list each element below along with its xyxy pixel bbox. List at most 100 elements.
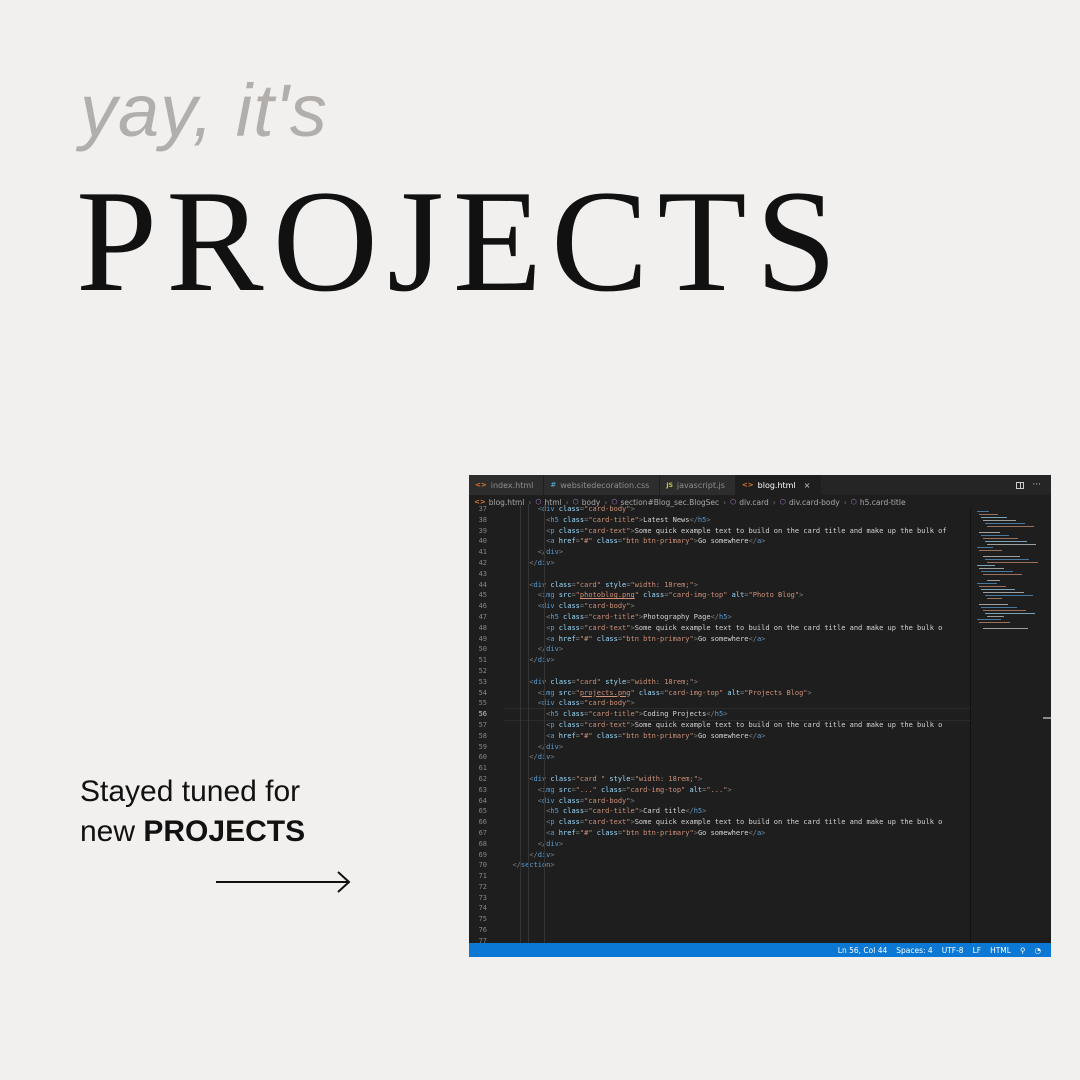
code-line[interactable]: </div> <box>504 742 971 753</box>
code-line[interactable]: <div class="card " style="width: 18rem;"… <box>504 774 971 785</box>
code-line[interactable]: </section> <box>504 860 971 871</box>
code-line[interactable]: </div> <box>504 558 971 569</box>
code-line[interactable]: <div class="card-body"> <box>504 796 971 807</box>
line-number: 53 <box>478 677 487 686</box>
tagline-bold: PROJECTS <box>143 815 306 848</box>
minimap-line <box>983 628 1028 629</box>
minimap-line <box>979 568 1004 569</box>
line-number: 76 <box>478 926 487 935</box>
code-line[interactable]: <p class="card-text">Some quick example … <box>504 623 971 634</box>
minimap-line <box>987 616 1004 617</box>
code-line[interactable] <box>504 871 971 882</box>
line-number: 73 <box>478 893 487 902</box>
tab-label: websitedecoration.css <box>560 480 650 490</box>
code-line[interactable]: <div class="card-body"> <box>504 504 971 515</box>
minimap-line <box>979 550 1002 551</box>
code-line[interactable] <box>504 903 971 914</box>
code-line[interactable]: <div class="card-body"> <box>504 601 971 612</box>
tab-javascript-js[interactable]: JS javascript.js <box>660 475 736 495</box>
close-icon[interactable]: × <box>804 481 811 490</box>
headline: PROJECTS <box>76 160 846 322</box>
line-number: 49 <box>478 634 487 643</box>
tagline-line-1: Stayed tuned for <box>80 775 301 808</box>
arrow-right-icon <box>216 871 351 893</box>
tab-label: blog.html <box>757 480 796 490</box>
minimap-line <box>983 520 1016 521</box>
line-number: 46 <box>478 602 487 611</box>
minimap-line <box>985 613 1035 614</box>
tagline: Stayed tuned for new PROJECTS <box>80 772 305 852</box>
code-line[interactable]: <h5 class="card-title">Latest News</h5> <box>504 515 971 526</box>
line-number: 69 <box>478 850 487 859</box>
status-eol[interactable]: LF <box>973 946 982 955</box>
line-number: 44 <box>478 580 487 589</box>
code-line[interactable]: <p class="card-text">Some quick example … <box>504 720 971 731</box>
code-area[interactable]: 37 38 39 40 41 42 43 44 45 46 47 48 49 50 51 52 53 54 55 56… <box>469 504 1051 947</box>
code-line[interactable] <box>504 893 971 904</box>
line-number: 42 <box>478 558 487 567</box>
minimap-line <box>983 592 1024 593</box>
code-line[interactable]: </div> <box>504 655 971 666</box>
code-line[interactable] <box>504 763 971 774</box>
feedback-icon[interactable]: ⚲ <box>1020 946 1026 955</box>
status-cursor-position[interactable]: Ln 56, Col 44 <box>838 946 887 955</box>
code-line[interactable]: </div> <box>504 839 971 850</box>
status-indentation[interactable]: Spaces: 4 <box>896 946 932 955</box>
code-line[interactable]: </div> <box>504 644 971 655</box>
code-line[interactable]: <p class="card-text">Some quick example … <box>504 817 971 828</box>
code-line[interactable]: </div> <box>504 547 971 558</box>
tab-blog-html[interactable]: <> blog.html × <box>735 475 822 495</box>
status-encoding[interactable]: UTF-8 <box>942 946 964 955</box>
minimap-line <box>977 619 1001 620</box>
code-line[interactable] <box>504 666 971 677</box>
code-line[interactable]: <p class="card-text">Some quick example … <box>504 526 971 537</box>
line-number: 38 <box>478 515 487 524</box>
code-line[interactable]: <img src="photoblog.png" class="card-img… <box>504 590 971 601</box>
split-editor-icon[interactable] <box>1016 481 1025 489</box>
code-line[interactable]: <img src="..." class="card-img-top" alt=… <box>504 785 971 796</box>
line-number: 75 <box>478 915 487 924</box>
minimap-line <box>981 589 1015 590</box>
code-line[interactable]: <a href="#" class="btn btn-primary">Go s… <box>504 828 971 839</box>
line-number: 63 <box>478 785 487 794</box>
code-line[interactable]: <h5 class="card-title">Card title</h5> <box>504 806 971 817</box>
minimap-line <box>979 604 1008 605</box>
tab-index-html[interactable]: <> index.html <box>469 475 545 495</box>
code-line[interactable]: <div class="card" style="width: 18rem;"> <box>504 580 971 591</box>
code-line[interactable]: <div class="card-body"> <box>504 698 971 709</box>
minimap-line <box>979 622 1010 623</box>
code-line[interactable]: <a href="#" class="btn btn-primary">Go s… <box>504 536 971 547</box>
minimap[interactable] <box>970 509 1043 943</box>
code-line[interactable] <box>504 925 971 936</box>
code-line[interactable]: </div> <box>504 752 971 763</box>
code-line[interactable] <box>504 882 971 893</box>
minimap-line <box>987 544 1036 545</box>
status-language[interactable]: HTML <box>990 946 1011 955</box>
code-line[interactable]: <a href="#" class="btn btn-primary">Go s… <box>504 634 971 645</box>
js-file-icon: JS <box>666 481 673 489</box>
tab-websitedecoration-css[interactable]: # websitedecoration.css <box>544 475 661 495</box>
line-number: 58 <box>478 731 487 740</box>
notifications-bell-icon[interactable]: ◔ <box>1034 946 1041 955</box>
code-line[interactable]: </div> <box>504 850 971 861</box>
code-line[interactable] <box>504 914 971 925</box>
code-line[interactable]: <h5 class="card-title">Photography Page<… <box>504 612 971 623</box>
html-file-icon: <> <box>741 481 754 489</box>
code-line[interactable] <box>504 569 971 580</box>
indent-guide <box>544 504 545 947</box>
scrollbar-thumb[interactable] <box>1043 717 1051 719</box>
line-number: 65 <box>478 807 487 816</box>
line-number: 71 <box>478 872 487 881</box>
css-file-icon: # <box>550 481 557 489</box>
code-line[interactable]: <h5 class="card-title">Coding Projects</… <box>504 708 971 721</box>
code-text[interactable]: <div class="card-body"> <h5 class="card-… <box>504 504 971 947</box>
code-line[interactable]: <a href="#" class="btn btn-primary">Go s… <box>504 731 971 742</box>
minimap-line <box>977 511 989 512</box>
more-actions-icon[interactable]: ··· <box>1032 480 1041 490</box>
line-number: 55 <box>478 699 487 708</box>
code-line[interactable]: <div class="card" style="width: 18rem;"> <box>504 677 971 688</box>
code-line[interactable]: <img src="projects.png" class="card-img-… <box>504 688 971 699</box>
minimap-line <box>987 526 1034 527</box>
minimap-line <box>987 598 1002 599</box>
tagline-line-2: new PROJECTS <box>80 812 305 852</box>
